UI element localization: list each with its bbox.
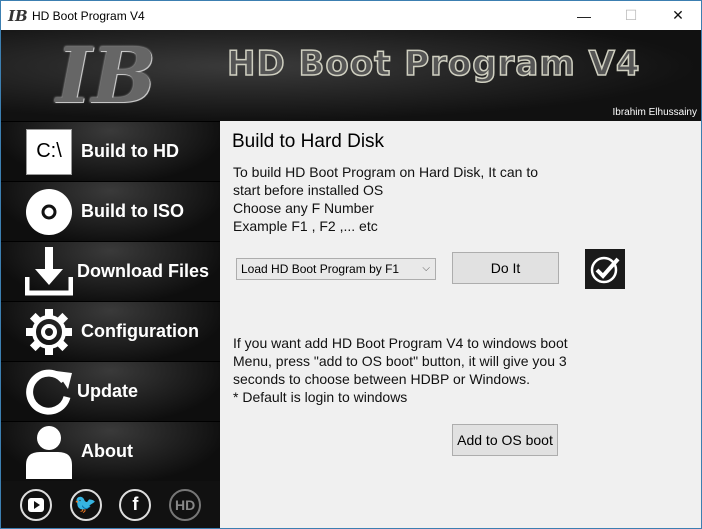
sidebar-item-about[interactable]: About xyxy=(1,421,220,481)
description: To build HD Boot Program on Hard Disk, I… xyxy=(233,163,538,235)
info-line: seconds to choose between HDBP or Window… xyxy=(233,371,531,387)
do-it-button[interactable]: Do It xyxy=(452,252,559,284)
sidebar-item-label: Build to ISO xyxy=(81,201,184,221)
description-line: Example F1 , F2 ,... etc xyxy=(233,218,378,234)
select-value: Load HD Boot Program by F1 xyxy=(241,262,400,276)
user-icon xyxy=(23,425,75,479)
minimize-button[interactable]: — xyxy=(561,1,607,30)
description-line: Choose any F Number xyxy=(233,200,374,216)
app-icon: IB xyxy=(8,6,28,25)
social-links: 🐦 f HD xyxy=(1,481,220,528)
drive-icon: C:\ xyxy=(23,127,75,177)
disc-icon xyxy=(23,187,75,237)
info-line: Menu, press "add to OS boot" button, it … xyxy=(233,353,567,369)
sidebar-item-configuration[interactable]: Configuration xyxy=(1,301,220,361)
window-title: HD Boot Program V4 xyxy=(32,8,145,23)
close-button[interactable]: ✕ xyxy=(655,1,701,30)
banner-title: HD Boot Program V4 xyxy=(226,43,641,85)
sidebar-item-update[interactable]: Update xyxy=(1,361,220,421)
page-title: Build to Hard Disk xyxy=(232,131,385,152)
header-banner: IB HD Boot Program V4 Ibrahim Elhussainy xyxy=(1,30,701,121)
youtube-icon[interactable] xyxy=(19,488,52,521)
logo: IB xyxy=(56,31,156,120)
sidebar-item-label: About xyxy=(81,441,133,461)
description-line: To build HD Boot Program on Hard Disk, I… xyxy=(233,164,539,180)
description-line: start before installed OS xyxy=(233,182,384,198)
hd-icon[interactable]: HD xyxy=(169,488,202,521)
sidebar-item-download-files[interactable]: Download Files xyxy=(1,241,220,301)
drive-icon-text: C:\ xyxy=(26,128,72,175)
app-window: IB HD Boot Program V4 — ☐ ✕ IB HD Boot P… xyxy=(0,0,702,529)
author-name: Ibrahim Elhussainy xyxy=(612,107,697,118)
sidebar: C:\ Build to HD Build to ISO Download Fi… xyxy=(1,121,220,528)
facebook-icon[interactable]: f xyxy=(119,488,152,521)
info-line: If you want add HD Boot Program V4 to wi… xyxy=(233,335,568,351)
info-line: * Default is login to windows xyxy=(233,389,408,405)
content-panel: Build to Hard Disk To build HD Boot Prog… xyxy=(221,121,701,528)
sidebar-item-label: Update xyxy=(77,381,139,401)
title-bar: IB HD Boot Program V4 — ☐ ✕ xyxy=(1,1,701,30)
sidebar-item-label: Download Files xyxy=(77,261,210,281)
check-icon xyxy=(590,256,620,284)
sidebar-item-build-to-iso[interactable]: Build to ISO xyxy=(1,181,220,241)
add-to-os-boot-button[interactable]: Add to OS boot xyxy=(452,424,558,456)
refresh-icon xyxy=(23,367,75,417)
maximize-button[interactable]: ☐ xyxy=(608,1,654,30)
sidebar-item-label: Configuration xyxy=(81,321,199,341)
download-icon xyxy=(23,246,75,297)
sidebar-item-build-to-hd[interactable]: C:\ Build to HD xyxy=(1,121,220,181)
info-text: If you want add HD Boot Program V4 to wi… xyxy=(233,334,568,406)
twitter-icon[interactable]: 🐦 xyxy=(69,488,102,521)
check-button[interactable] xyxy=(585,249,625,289)
gear-icon xyxy=(23,307,75,357)
chevron-down-icon: ⌵ xyxy=(422,263,430,274)
f-key-select[interactable]: Load HD Boot Program by F1 ⌵ xyxy=(236,258,436,280)
sidebar-item-label: Build to HD xyxy=(81,141,179,161)
